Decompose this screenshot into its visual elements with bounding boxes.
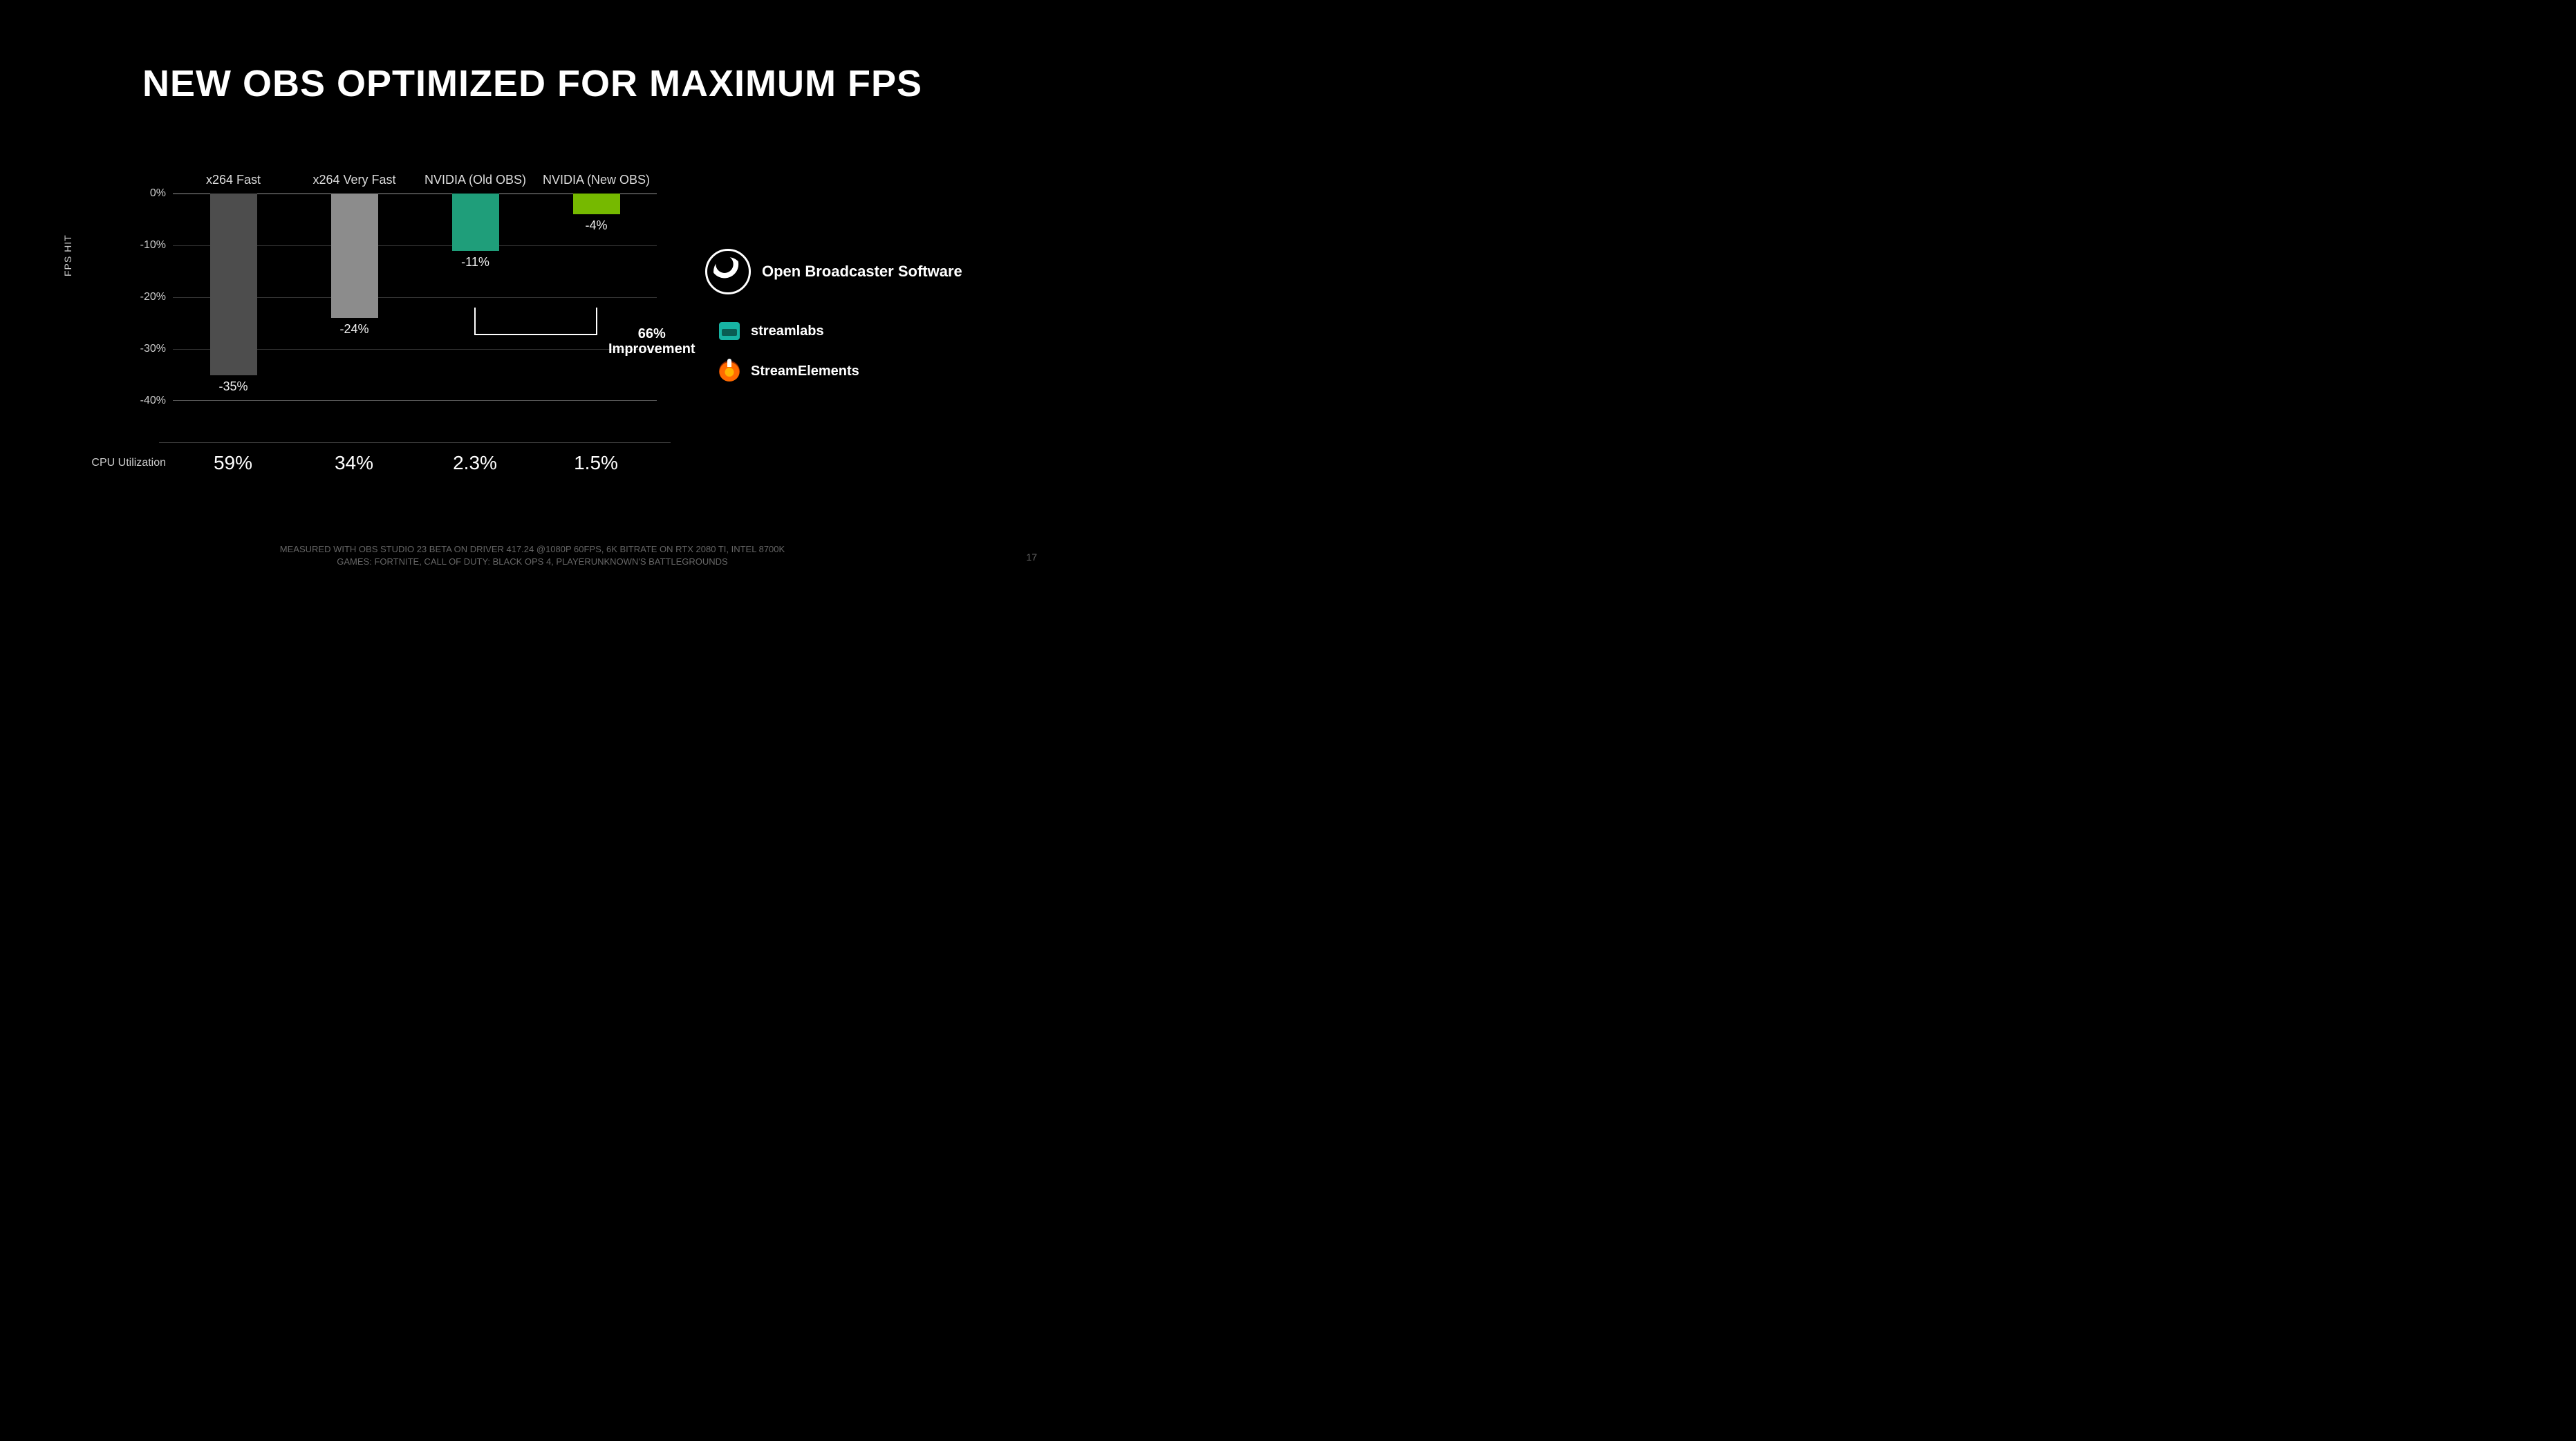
category-label: x264 Very Fast — [312, 173, 395, 187]
improvement-bracket — [474, 308, 597, 335]
footnote-line: MEASURED WITH OBS STUDIO 23 BETA ON DRIV… — [0, 543, 1065, 556]
bar-value-label: -4% — [585, 218, 607, 233]
streamelements-label: StreamElements — [751, 364, 859, 379]
category-label: NVIDIA (Old OBS) — [424, 173, 526, 187]
bar-value-label: -35% — [218, 379, 248, 394]
bar-x264-fast: x264 Fast -35% — [173, 194, 294, 400]
category-label: NVIDIA (New OBS) — [543, 173, 650, 187]
bar-value-label: -24% — [339, 322, 368, 337]
bar-nvidia-new: NVIDIA (New OBS) -4% — [536, 194, 657, 400]
divider — [159, 442, 671, 443]
y-tick: 0% — [131, 187, 166, 200]
partner-logos: Open Broadcaster Software streamlabs Str… — [705, 249, 1002, 409]
slide-title: NEW OBS OPTIMIZED FOR MAXIMUM FPS — [0, 62, 1065, 105]
cpu-value: 2.3% — [453, 452, 497, 474]
logo-streamelements-row: StreamElements — [719, 361, 1002, 382]
bar — [331, 194, 378, 318]
bar — [573, 194, 620, 214]
cpu-value: 59% — [214, 452, 252, 474]
logo-obs-row: Open Broadcaster Software — [705, 249, 1002, 294]
improvement-annotation: 66% Improvement — [608, 326, 696, 357]
streamlabs-label: streamlabs — [751, 323, 824, 339]
cpu-value: 34% — [335, 452, 373, 474]
footnote-line: GAMES: FORTNITE, CALL OF DUTY: BLACK OPS… — [0, 556, 1065, 568]
annotation-word: Improvement — [608, 341, 696, 357]
annotation-percent: 66% — [638, 326, 666, 341]
y-tick: -40% — [131, 395, 166, 407]
obs-icon — [705, 249, 751, 294]
bar — [210, 194, 257, 375]
fps-hit-chart: FPS HIT 0% -10% -20% -30% -40% x264 Fast… — [69, 159, 671, 477]
y-tick: -30% — [131, 343, 166, 355]
logo-streamlabs-row: streamlabs — [719, 322, 1002, 340]
bar — [452, 194, 499, 251]
cpu-value: 1.5% — [574, 452, 618, 474]
cpu-label: CPU Utilization — [62, 457, 166, 469]
plot-area: 0% -10% -20% -30% -40% x264 Fast -35% x2… — [173, 194, 657, 401]
y-tick: -20% — [131, 291, 166, 303]
obs-label: Open Broadcaster Software — [762, 263, 962, 281]
y-tick: -10% — [131, 239, 166, 252]
streamelements-icon — [719, 361, 740, 382]
bar-value-label: -11% — [461, 255, 489, 270]
page-number: 17 — [1026, 552, 1037, 563]
bar-nvidia-old: NVIDIA (Old OBS) -11% — [415, 194, 536, 400]
footnote: MEASURED WITH OBS STUDIO 23 BETA ON DRIV… — [0, 543, 1065, 568]
streamlabs-icon — [719, 322, 740, 340]
y-axis-label: FPS HIT — [62, 234, 73, 276]
category-label: x264 Fast — [206, 173, 261, 187]
bar-x264-veryfast: x264 Very Fast -24% — [294, 194, 415, 400]
